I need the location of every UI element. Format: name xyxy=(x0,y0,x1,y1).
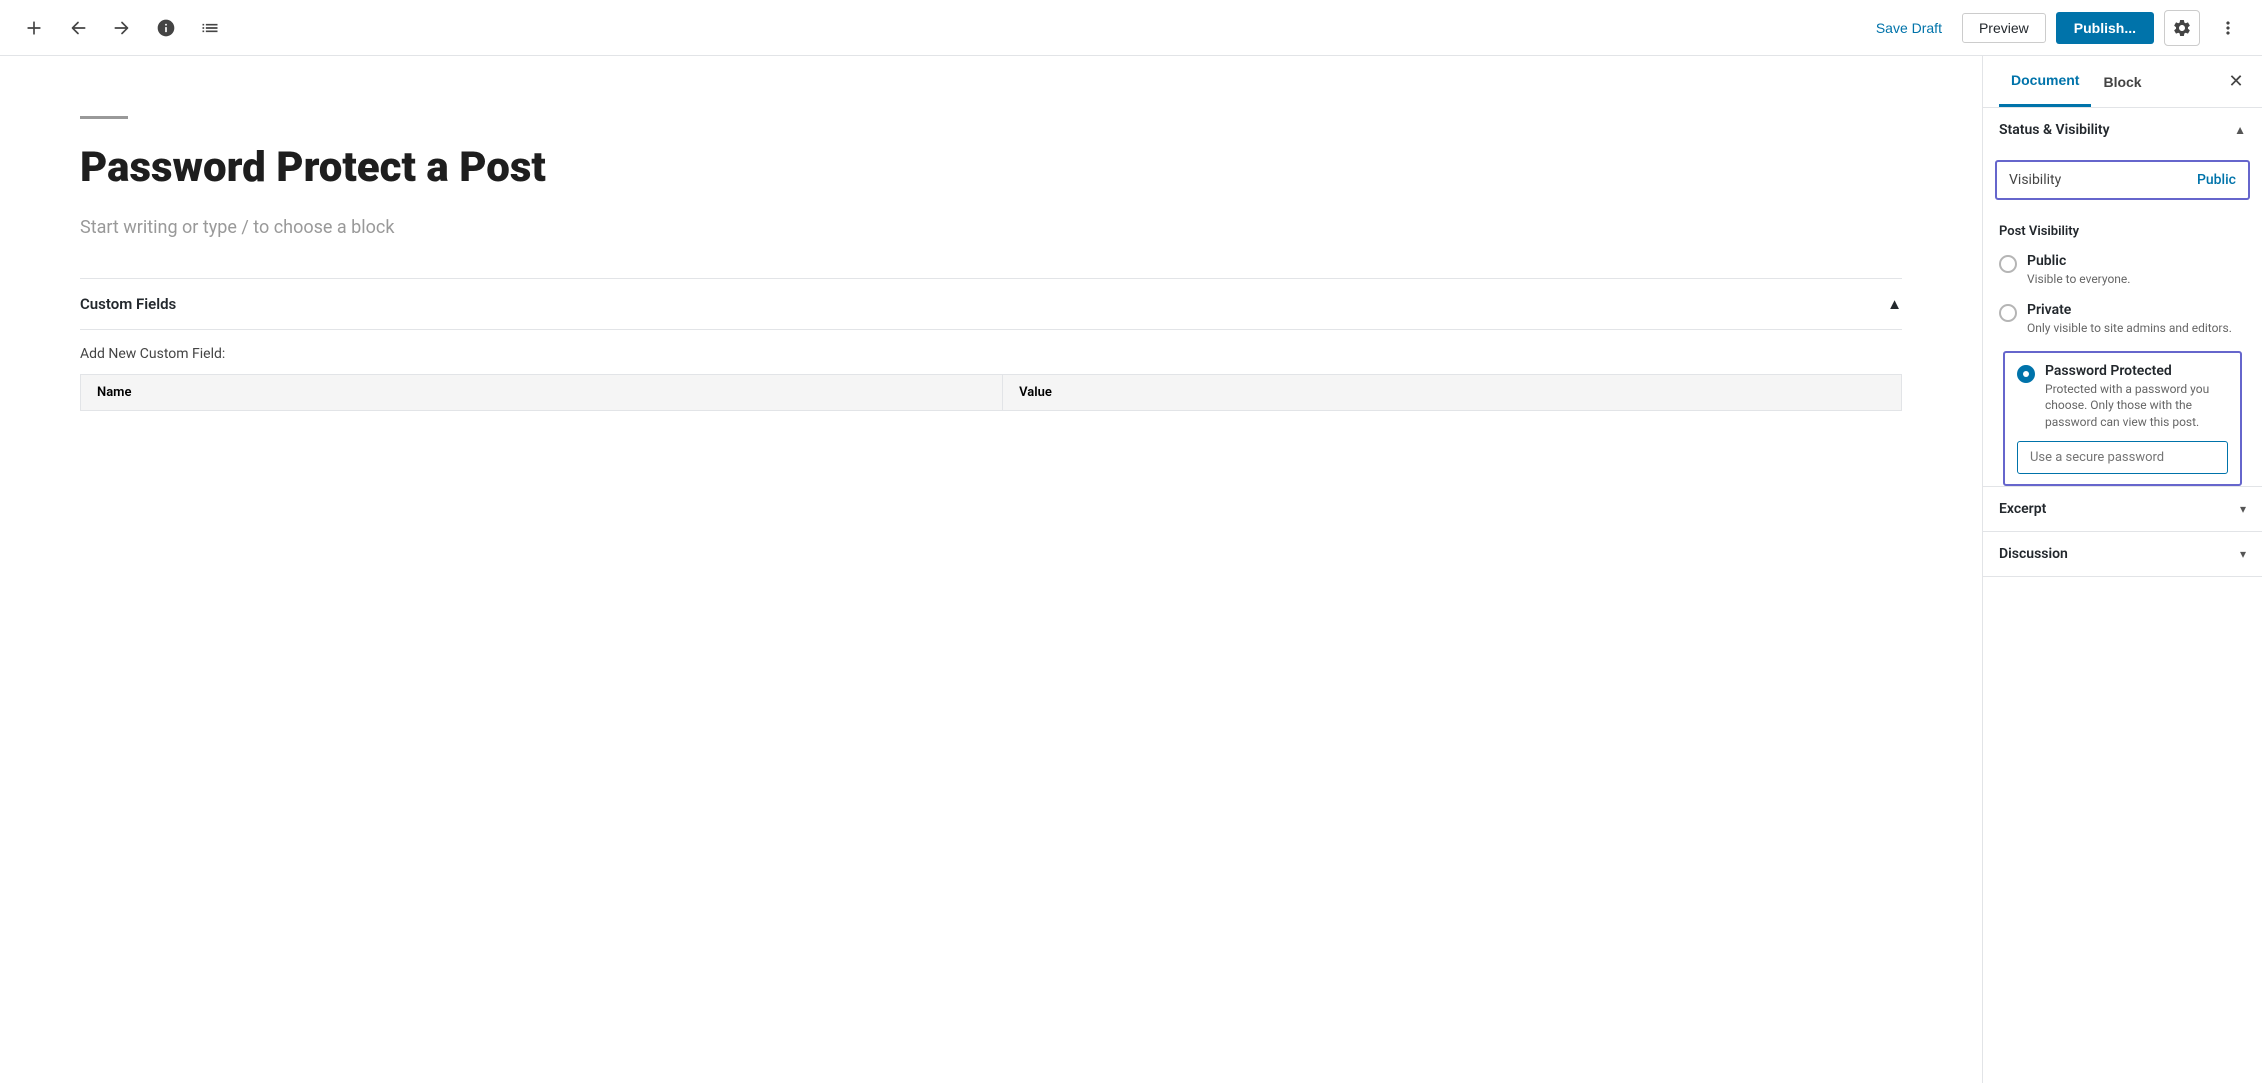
password-input[interactable] xyxy=(2017,441,2228,474)
main-layout: Password Protect a Post Start writing or… xyxy=(0,56,2262,1083)
discussion-title: Discussion xyxy=(1999,546,2068,562)
publish-button[interactable]: Publish... xyxy=(2056,12,2154,44)
toolbar: Save Draft Preview Publish... xyxy=(0,0,2262,56)
radio-private-desc: Only visible to site admins and editors. xyxy=(2027,320,2246,337)
radio-private-label: Private xyxy=(2027,302,2246,318)
info-icon xyxy=(156,18,176,38)
close-sidebar-button[interactable]: ✕ xyxy=(2222,68,2250,96)
post-visibility-title: Post Visibility xyxy=(1999,224,2246,239)
custom-fields-content: Add New Custom Field: Name Value xyxy=(80,329,1902,411)
status-visibility-panel: Status & Visibility ▲ Visibility Public … xyxy=(1983,108,2262,487)
redo-button[interactable] xyxy=(104,10,140,46)
post-placeholder[interactable]: Start writing or type / to choose a bloc… xyxy=(80,217,1902,238)
more-options-button[interactable] xyxy=(2210,10,2246,46)
radio-public-content: Public Visible to everyone. xyxy=(2027,253,2246,288)
add-field-label: Add New Custom Field: xyxy=(80,346,1902,362)
radio-public[interactable] xyxy=(1999,255,2017,273)
toolbar-right: Save Draft Preview Publish... xyxy=(1866,10,2246,46)
radio-password-content: Password Protected Protected with a pass… xyxy=(2045,363,2228,431)
gear-icon xyxy=(2172,18,2192,38)
status-visibility-chevron: ▲ xyxy=(2234,123,2246,137)
excerpt-header[interactable]: Excerpt ▾ xyxy=(1983,487,2262,531)
block-navigation-button[interactable] xyxy=(192,10,228,46)
custom-fields-table: Name Value xyxy=(80,374,1902,411)
title-separator xyxy=(80,116,128,119)
radio-password[interactable] xyxy=(2017,365,2035,383)
more-vertical-icon xyxy=(2218,18,2238,38)
post-title[interactable]: Password Protect a Post xyxy=(80,143,1902,193)
radio-password-desc: Protected with a password you choose. On… xyxy=(2045,381,2228,431)
status-visibility-header[interactable]: Status & Visibility ▲ xyxy=(1983,108,2262,152)
discussion-chevron: ▾ xyxy=(2240,547,2246,561)
radio-public-label: Public xyxy=(2027,253,2246,269)
custom-fields-toggle-icon: ▲ xyxy=(1887,295,1902,313)
custom-fields-section: Custom Fields ▲ Add New Custom Field: Na… xyxy=(80,278,1902,411)
status-visibility-title: Status & Visibility xyxy=(1999,122,2110,138)
post-visibility-sub: Post Visibility Public Visible to everyo… xyxy=(1983,212,2262,486)
editor-area[interactable]: Password Protect a Post Start writing or… xyxy=(0,56,1982,1083)
radio-option-password[interactable]: Password Protected Protected with a pass… xyxy=(2003,351,2242,486)
list-icon xyxy=(200,18,220,38)
discussion-panel: Discussion ▾ xyxy=(1983,532,2262,577)
visibility-label: Visibility xyxy=(2009,172,2061,188)
radio-public-desc: Visible to everyone. xyxy=(2027,271,2246,288)
sidebar-header: Document Block ✕ xyxy=(1983,56,2262,108)
excerpt-panel: Excerpt ▾ xyxy=(1983,487,2262,532)
radio-option-public[interactable]: Public Visible to everyone. xyxy=(1999,253,2246,288)
sidebar: Document Block ✕ Status & Visibility ▲ V… xyxy=(1982,56,2262,1083)
radio-password-label: Password Protected xyxy=(2045,363,2228,379)
add-block-button[interactable] xyxy=(16,10,52,46)
undo-button[interactable] xyxy=(60,10,96,46)
excerpt-title: Excerpt xyxy=(1999,501,2046,517)
radio-option-private[interactable]: Private Only visible to site admins and … xyxy=(1999,302,2246,337)
preview-button[interactable]: Preview xyxy=(1962,13,2046,43)
radio-option-password-inner: Password Protected Protected with a pass… xyxy=(2017,363,2228,431)
custom-fields-title: Custom Fields xyxy=(80,295,176,313)
radio-private-content: Private Only visible to site admins and … xyxy=(2027,302,2246,337)
col-value-header: Value xyxy=(1003,375,1902,411)
undo-icon xyxy=(68,18,88,38)
settings-button[interactable] xyxy=(2164,10,2200,46)
toolbar-left xyxy=(16,10,1866,46)
plus-icon xyxy=(24,18,44,38)
redo-icon xyxy=(112,18,132,38)
radio-private[interactable] xyxy=(1999,304,2017,322)
save-draft-button[interactable]: Save Draft xyxy=(1866,14,1952,42)
custom-fields-header[interactable]: Custom Fields ▲ xyxy=(80,295,1902,329)
tab-block[interactable]: Block xyxy=(2091,58,2153,106)
discussion-header[interactable]: Discussion ▾ xyxy=(1983,532,2262,576)
col-name-header: Name xyxy=(81,375,1003,411)
visibility-row[interactable]: Visibility Public xyxy=(1995,160,2250,200)
tab-document[interactable]: Document xyxy=(1999,56,2091,107)
visibility-value[interactable]: Public xyxy=(2197,172,2236,188)
info-button[interactable] xyxy=(148,10,184,46)
excerpt-chevron: ▾ xyxy=(2240,502,2246,516)
